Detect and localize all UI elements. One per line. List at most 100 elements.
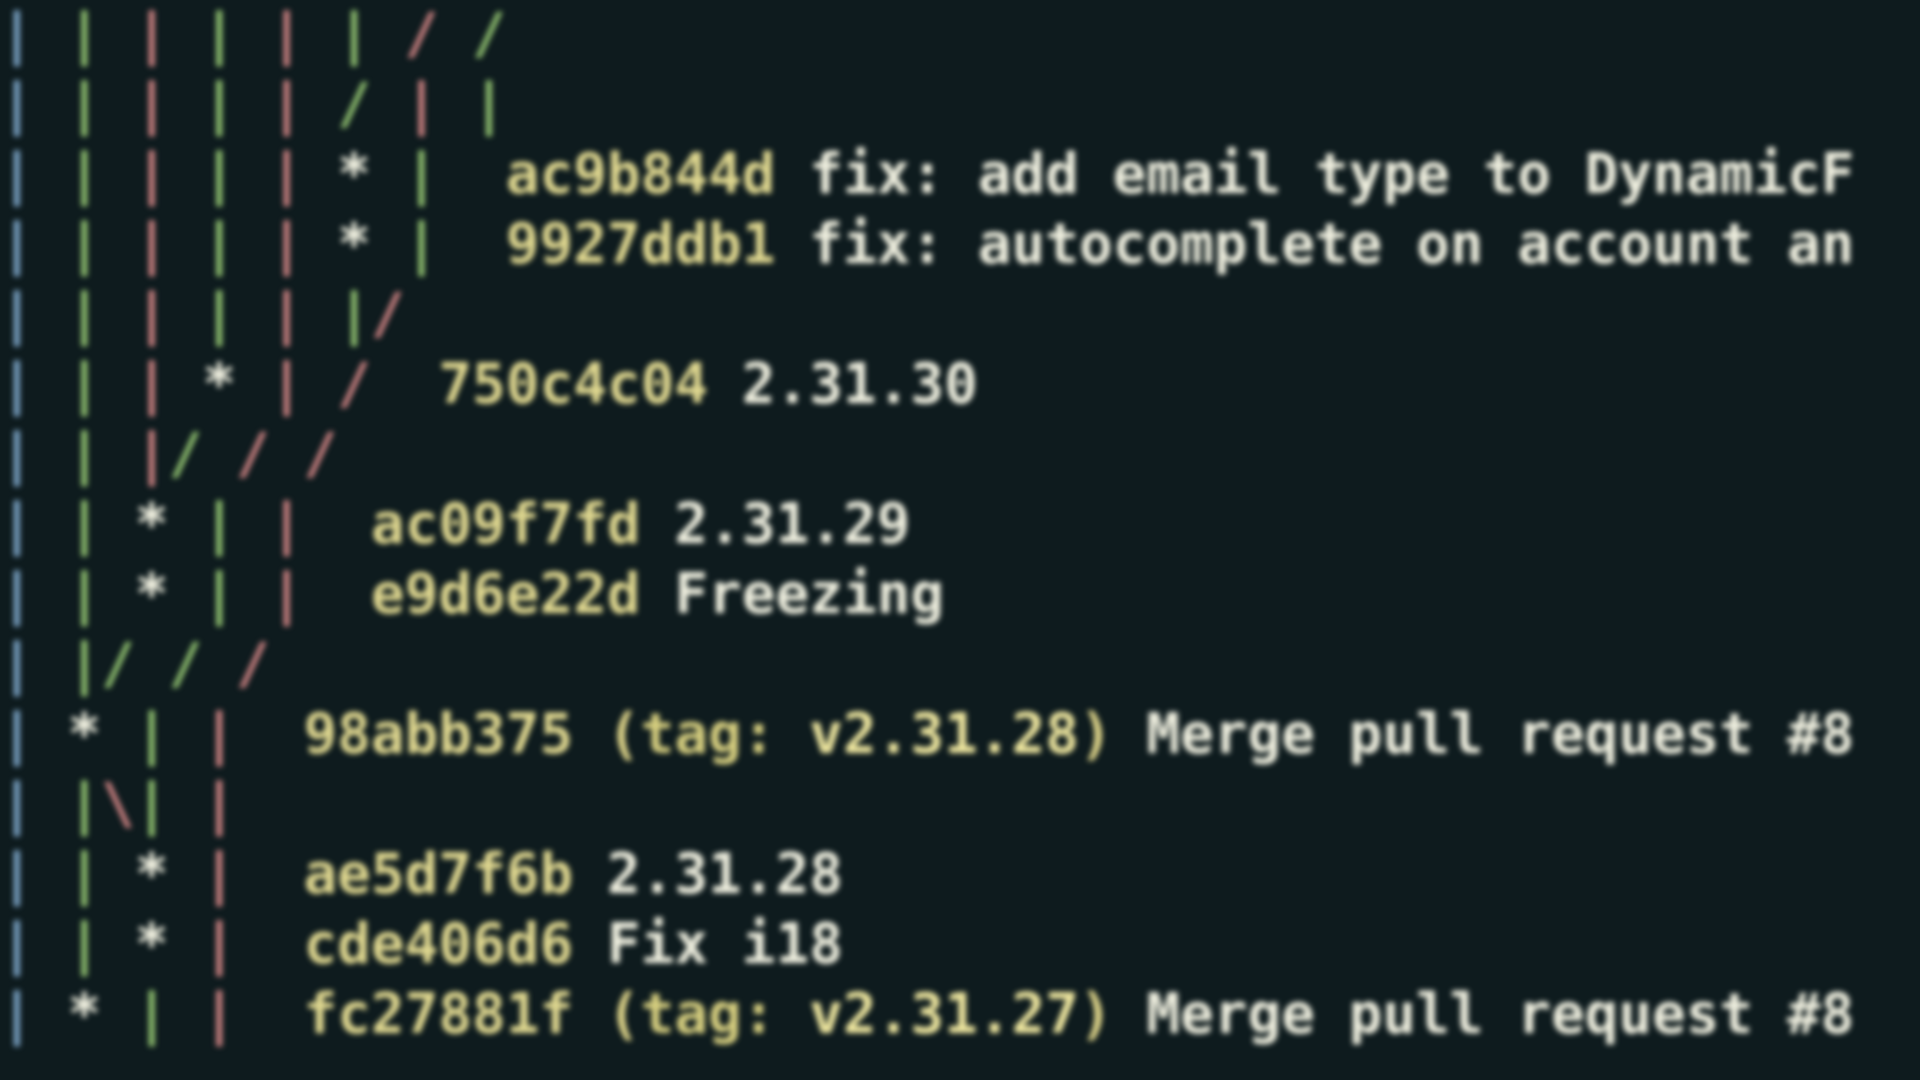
commit-message: Merge pull request #8 [1146,982,1854,1047]
graph-slash-icon: / [371,282,405,347]
graph-slash-icon: / [405,2,439,67]
commit-hash: e9d6e22d [371,562,641,627]
tag-value: v2.31.27 [809,982,1079,1047]
commit-message: Freezing [674,562,944,627]
graph-slash-icon: / [169,422,203,487]
graph-pipe-icon: | [135,282,169,347]
graph-pipe-icon: | [202,212,236,277]
graph-slash-icon: / [472,2,506,67]
graph-pipe-icon: | [67,562,101,627]
graph-pipe-icon: | [0,562,34,627]
graph-pipe-icon: | [67,912,101,977]
graph-pipe-icon: | [135,72,169,137]
graph-pipe-icon: | [135,772,169,837]
commit-message: fix: autocomplete on account an [809,212,1854,277]
graph-pipe-icon: | [337,2,371,67]
graph-pipe-icon: | [202,842,236,907]
graph-pipe-icon: | [67,142,101,207]
tag-value: v2.31.28 [809,702,1079,767]
commit-node-icon: * [67,982,101,1047]
graph-pipe-icon: | [0,842,34,907]
graph-pipe-icon: | [67,2,101,67]
graph-pipe-icon: | [202,702,236,767]
git-log-line: | | | | | * | ac9b844d fix: add email ty… [0,140,1920,210]
git-log-line: | | | | | * | 9927ddb1 fix: autocomplete… [0,210,1920,280]
graph-pipe-icon: | [0,702,34,767]
graph-pipe-icon: | [270,282,304,347]
graph-pipe-icon: | [0,142,34,207]
graph-slash-icon: / [303,422,337,487]
graph-pipe-icon: | [202,282,236,347]
graph-pipe-icon: | [135,2,169,67]
commit-message: 2.31.30 [742,352,978,417]
graph-pipe-icon: | [0,2,34,67]
graph-pipe-icon: | [202,492,236,557]
tag-paren-open: ( [607,982,641,1047]
graph-pipe-icon: | [0,772,34,837]
graph-backslash-icon: \ [101,772,135,837]
graph-pipe-icon: | [135,982,169,1047]
graph-slash-icon: / [236,632,270,697]
commit-hash: ae5d7f6b [303,842,573,907]
commit-node-icon: * [135,842,169,907]
graph-pipe-icon: | [472,72,506,137]
git-log-line: | | | * | / 750c4c04 2.31.30 [0,350,1920,420]
commit-message: 2.31.29 [674,492,910,557]
git-log-line: | * | | 98abb375 (tag: v2.31.28) Merge p… [0,700,1920,770]
git-log-line: | | * | | e9d6e22d Freezing [0,560,1920,630]
graph-pipe-icon: | [0,282,34,347]
graph-slash-icon: / [169,632,203,697]
graph-pipe-icon: | [405,212,439,277]
graph-pipe-icon: | [0,492,34,557]
graph-pipe-icon: | [135,702,169,767]
graph-pipe-icon: | [337,282,371,347]
graph-pipe-icon: | [202,2,236,67]
graph-pipe-icon: | [67,282,101,347]
tag-keyword: tag: [641,702,776,767]
graph-pipe-icon: | [202,912,236,977]
git-log-line: | |\| | [0,770,1920,840]
graph-pipe-icon: | [0,352,34,417]
commit-hash: ac9b844d [506,142,776,207]
git-log-line: | | |/ / / [0,420,1920,490]
graph-pipe-icon: | [270,492,304,557]
commit-hash: ac09f7fd [371,492,641,557]
graph-slash-icon: / [101,632,135,697]
git-log-line: | | | | | | / / [0,0,1920,70]
commit-message: Merge pull request #8 [1146,702,1854,767]
graph-pipe-icon: | [270,352,304,417]
graph-pipe-icon: | [405,72,439,137]
graph-pipe-icon: | [0,632,34,697]
commit-message: fix: add email type to DynamicF [809,142,1854,207]
graph-slash-icon: / [236,422,270,487]
git-log-line: | | * | ae5d7f6b 2.31.28 [0,840,1920,910]
graph-pipe-icon: | [0,212,34,277]
commit-hash: fc27881f [303,982,573,1047]
graph-pipe-icon: | [67,212,101,277]
graph-pipe-icon: | [202,562,236,627]
git-log-line: | | | | | |/ [0,280,1920,350]
graph-pipe-icon: | [270,2,304,67]
tag-paren-close: ) [1079,982,1113,1047]
graph-pipe-icon: | [67,422,101,487]
commit-hash: 9927ddb1 [506,212,776,277]
commit-node-icon: * [135,912,169,977]
graph-pipe-icon: | [67,842,101,907]
graph-pipe-icon: | [67,72,101,137]
graph-pipe-icon: | [270,72,304,137]
graph-pipe-icon: | [0,982,34,1047]
git-log-line: | | * | | ac09f7fd 2.31.29 [0,490,1920,560]
graph-pipe-icon: | [270,212,304,277]
graph-pipe-icon: | [0,912,34,977]
commit-hash: 98abb375 [303,702,573,767]
commit-node-icon: * [67,702,101,767]
graph-pipe-icon: | [135,142,169,207]
commit-node-icon: * [135,492,169,557]
tag-keyword: tag: [641,982,776,1047]
graph-pipe-icon: | [135,352,169,417]
graph-pipe-icon: | [202,982,236,1047]
graph-pipe-icon: | [135,422,169,487]
commit-hash: cde406d6 [303,912,573,977]
git-log-line: | | | | | / | | [0,70,1920,140]
tag-paren-open: ( [607,702,641,767]
